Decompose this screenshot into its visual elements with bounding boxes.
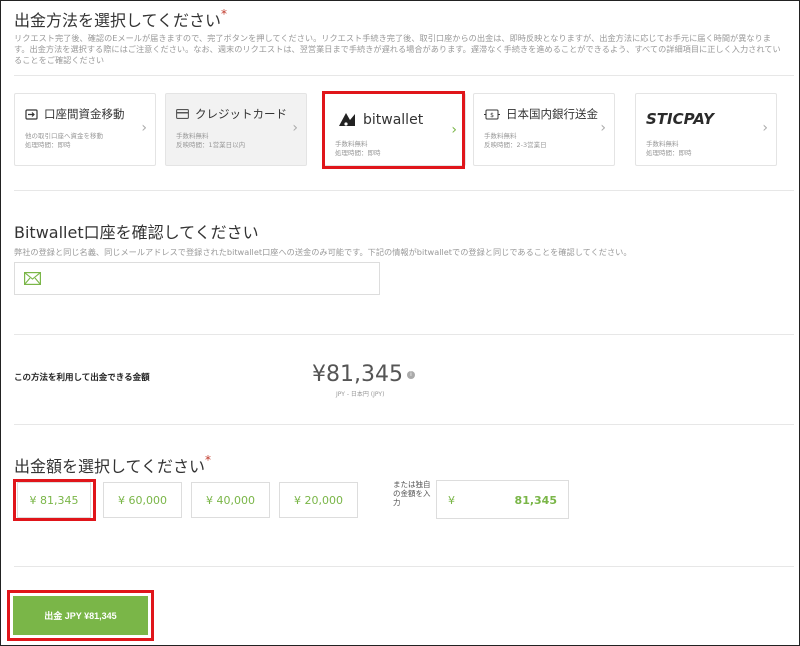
divider — [14, 75, 794, 76]
yen-sign: ¥ — [294, 493, 301, 507]
amount-option-value: 60,000 — [128, 493, 168, 507]
info-icon: i — [406, 371, 415, 379]
available-amount-value: ¥81,345 — [312, 362, 403, 387]
select-amount-title: 出金額を選択してください — [14, 457, 206, 476]
withdraw-method-heading: 出金方法を選択してください* — [14, 7, 227, 31]
required-mark: * — [205, 453, 212, 467]
chevron-right-icon: › — [600, 120, 606, 136]
available-amount-label: この方法を利用して出金できる金額 — [14, 373, 150, 383]
card-time: 処理時間：即時 — [646, 149, 692, 157]
card-title-row: STICPAY — [646, 110, 714, 128]
custom-amount-label: または独自の金額を入力 — [393, 480, 431, 507]
bitwallet-confirm-title: Bitwallet口座を確認してください — [14, 223, 259, 242]
bank-transfer-icon: $ — [484, 109, 500, 120]
available-amount: ¥81,345 i — [312, 362, 415, 387]
custom-amount-value: 81,345 — [514, 494, 557, 507]
amount-option-20000[interactable]: ¥ 20,000 — [279, 482, 358, 518]
transfer-icon — [25, 108, 38, 120]
card-title: クレジットカード — [195, 107, 287, 121]
card-time: 反映時間：2-3営業日 — [484, 141, 547, 149]
select-amount-heading: 出金額を選択してください* — [14, 453, 211, 477]
amount-option-value: 40,000 — [216, 493, 256, 507]
chevron-right-icon: › — [292, 120, 298, 136]
highlight-box-submit — [7, 590, 154, 641]
yen-sign: ¥ — [118, 493, 125, 507]
method-card-sticpay[interactable]: STICPAY 手数料無料 処理時間：即時 › — [635, 93, 777, 166]
email-field[interactable] — [14, 262, 380, 295]
method-card-domestic-bank[interactable]: $ 日本国内銀行送金 手数料無料 反映時間：2-3営業日 › — [473, 93, 615, 166]
envelope-icon — [24, 272, 41, 285]
card-time: 反映時間：1営業日以内 — [176, 141, 246, 149]
highlight-box-bitwallet — [322, 91, 465, 169]
card-title: 口座間資金移動 — [44, 107, 125, 121]
withdraw-method-description: リクエスト完了後、確認のEメールが届きますので、完了ボタンを押してください。リク… — [14, 33, 781, 65]
currency-note: JPY - 日本円 (JPY) — [336, 391, 385, 398]
required-mark: * — [221, 7, 228, 21]
card-time: 処理時間：即時 — [25, 141, 71, 149]
highlight-box-amount — [13, 479, 96, 521]
sticpay-logo: STICPAY — [646, 110, 714, 128]
bitwallet-confirm-description: 弊社の登録と同じ名義、同じメールアドレスで登録されたbitwallet口座への送… — [14, 247, 632, 257]
amount-option-40000[interactable]: ¥ 40,000 — [191, 482, 270, 518]
divider — [14, 424, 794, 425]
svg-text:$: $ — [490, 112, 494, 119]
withdraw-method-title: 出金方法を選択してください — [14, 11, 222, 30]
card-title-row: クレジットカード — [176, 106, 287, 122]
custom-amount-input[interactable]: ¥ 81,345 — [436, 480, 569, 519]
amount-option-value: 20,000 — [304, 493, 344, 507]
divider — [14, 190, 794, 191]
credit-card-icon — [176, 109, 189, 119]
amount-option-60000[interactable]: ¥ 60,000 — [103, 482, 182, 518]
method-card-credit-card[interactable]: クレジットカード 手数料無料 反映時間：1営業日以内 › — [165, 93, 307, 166]
card-title: 日本国内銀行送金 — [506, 107, 598, 121]
chevron-right-icon: › — [141, 120, 147, 136]
divider — [14, 566, 794, 567]
divider — [14, 334, 794, 335]
yen-sign: ¥ — [448, 494, 455, 507]
yen-sign: ¥ — [206, 493, 213, 507]
card-title-row: 口座間資金移動 — [25, 106, 125, 122]
method-card-internal-transfer[interactable]: 口座間資金移動 他の取引口座へ資金を移動 処理時間：即時 › — [14, 93, 156, 166]
card-title-row: $ 日本国内銀行送金 — [484, 106, 598, 122]
chevron-right-icon: › — [762, 120, 768, 136]
